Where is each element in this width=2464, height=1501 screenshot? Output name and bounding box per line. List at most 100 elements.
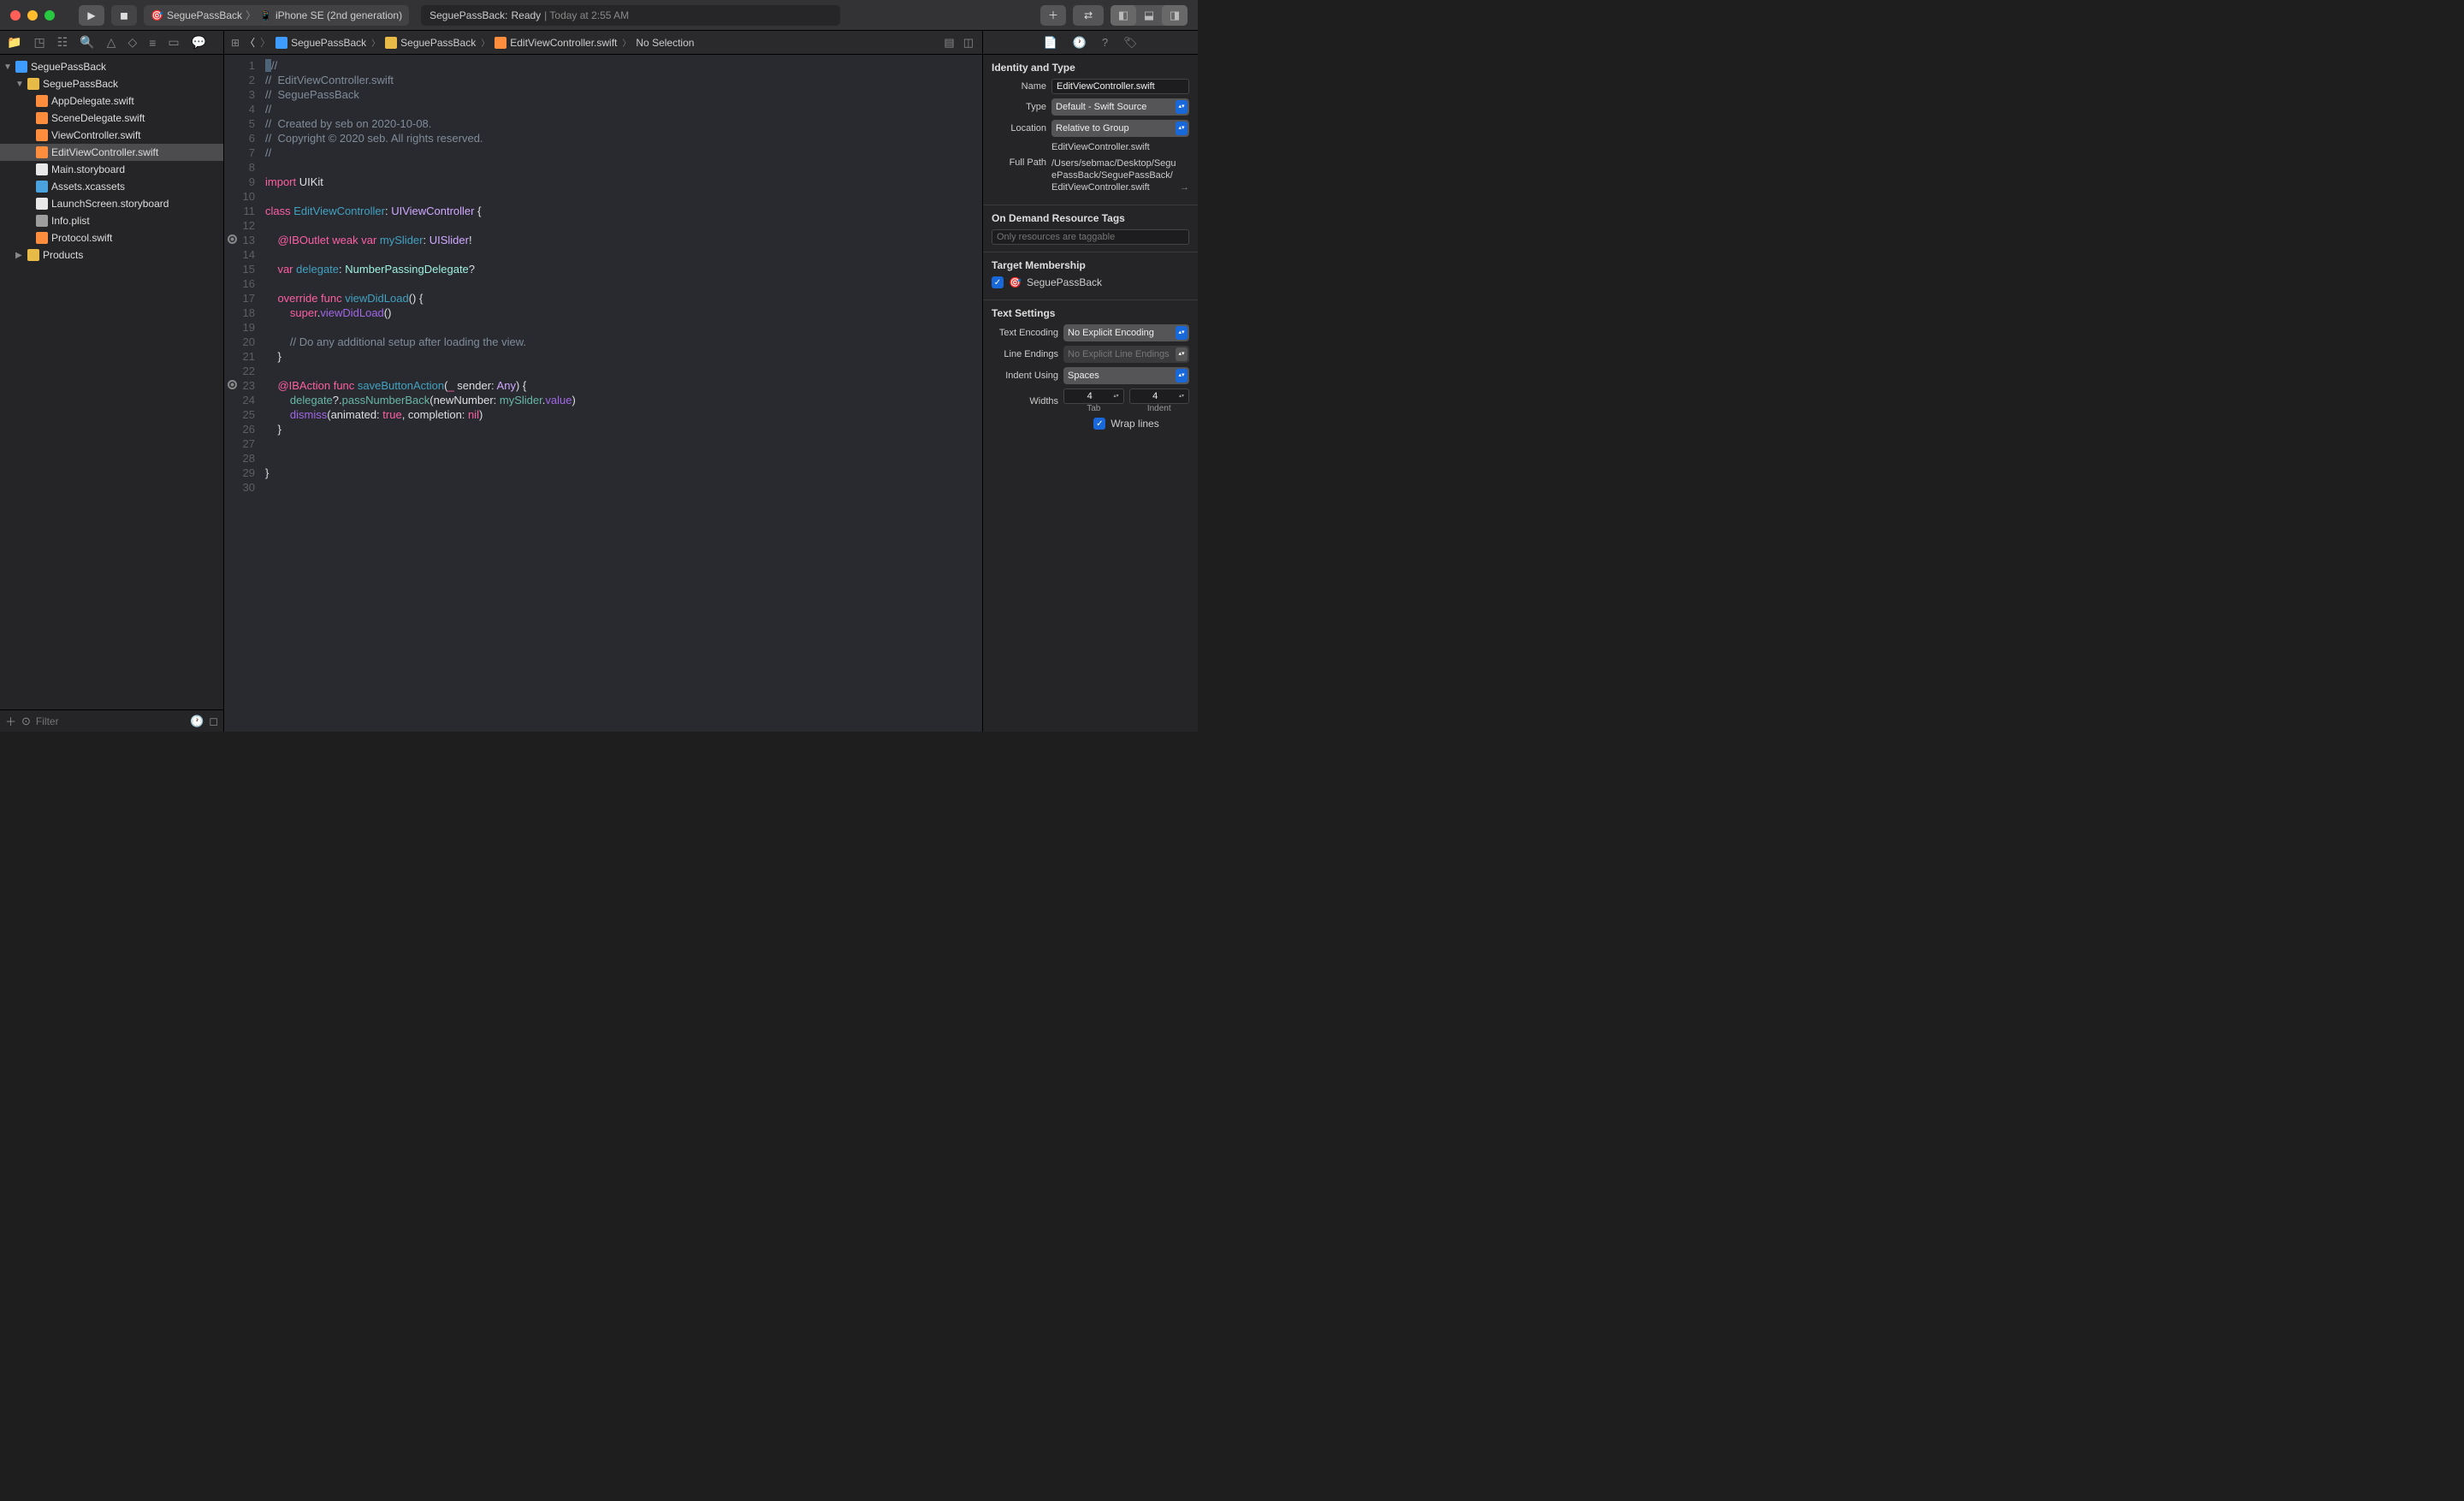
tree-file-row[interactable]: SceneDelegate.swift: [0, 110, 223, 127]
source-editor[interactable]: 1234567891011121314151617181920212223242…: [224, 55, 982, 732]
wraplines-checkbox[interactable]: ✓: [1093, 418, 1105, 430]
jumpbar-file[interactable]: EditViewController.swift: [495, 37, 617, 49]
code-area[interactable]: //// EditViewController.swift// SeguePas…: [262, 55, 982, 732]
target-checkbox[interactable]: ✓: [992, 276, 1004, 288]
issue-navigator-icon[interactable]: △: [107, 35, 116, 50]
navigator-selector: 📁 ◳ ☷ 🔍 △ ◇ ≡ ▭ 💬: [0, 31, 224, 54]
tree-project-row[interactable]: ▼ SeguePassBack: [0, 58, 223, 75]
tree-file-row[interactable]: EditViewController.swift: [0, 144, 223, 161]
back-button-icon[interactable]: 〈: [245, 35, 255, 50]
device-icon: 📱: [259, 9, 272, 21]
type-select[interactable]: Default - Swift Source▴▾: [1051, 98, 1189, 116]
swift-file-icon: [36, 95, 48, 107]
connection-indicator-icon[interactable]: [228, 234, 237, 244]
attributes-inspector-icon[interactable]: 🏷: [1123, 36, 1138, 50]
related-items-icon[interactable]: ⊞: [231, 37, 240, 49]
add-button[interactable]: ＋: [1040, 5, 1066, 26]
disclosure-icon[interactable]: ▶: [15, 251, 24, 260]
chevron-icon: 〉: [246, 8, 256, 22]
odr-section: On Demand Resource Tags: [983, 205, 1198, 252]
file-tree[interactable]: ▼ SeguePassBack ▼ SeguePassBack AppDeleg…: [0, 55, 223, 709]
file-inspector-icon[interactable]: 📄: [1043, 36, 1057, 50]
tree-file-row[interactable]: Info.plist: [0, 212, 223, 229]
code-review-button[interactable]: ⇄: [1073, 5, 1104, 26]
swift-file-icon: [36, 146, 48, 158]
disclosure-icon[interactable]: ▼: [15, 80, 24, 89]
adjust-editor-icon[interactable]: ◫: [963, 36, 974, 50]
indent-width-stepper[interactable]: 4▴▾: [1129, 389, 1190, 404]
find-navigator-icon[interactable]: 🔍: [80, 35, 94, 50]
project-navigator-icon[interactable]: 📁: [7, 35, 21, 50]
tab-width-stepper[interactable]: 4▴▾: [1063, 389, 1124, 404]
test-navigator-icon[interactable]: ◇: [127, 35, 137, 50]
location-file: EditViewController.swift: [1051, 141, 1189, 153]
swift-file-icon: [36, 232, 48, 244]
identity-header: Identity and Type: [992, 62, 1189, 74]
jumpbar-group[interactable]: SeguePassBack: [385, 37, 476, 49]
project-icon: [15, 61, 27, 73]
recent-filter-icon[interactable]: 🕐: [190, 715, 204, 728]
app-icon: 🎯: [1009, 276, 1022, 288]
file-name: Protocol.swift: [51, 232, 112, 244]
stop-button[interactable]: ◼: [111, 5, 137, 26]
lineendings-select[interactable]: No Explicit Line Endings▴▾: [1063, 346, 1189, 363]
project-navigator: ▼ SeguePassBack ▼ SeguePassBack AppDeleg…: [0, 55, 224, 732]
lineendings-label: Line Endings: [992, 349, 1058, 359]
add-file-icon[interactable]: ＋: [5, 713, 16, 729]
file-name: ViewController.swift: [51, 129, 140, 141]
tabbar: 📁 ◳ ☷ 🔍 △ ◇ ≡ ▭ 💬 ⊞ 〈 〉 SeguePassBack 〉 …: [0, 31, 1198, 55]
debug-navigator-icon[interactable]: ≡: [149, 36, 156, 50]
file-name: LaunchScreen.storyboard: [51, 198, 169, 210]
gutter[interactable]: 1234567891011121314151617181920212223242…: [224, 55, 262, 732]
source-control-navigator-icon[interactable]: ◳: [33, 35, 44, 50]
tree-file-row[interactable]: AppDelegate.swift: [0, 92, 223, 110]
jumpbar-project[interactable]: SeguePassBack: [275, 37, 366, 49]
minimap-toggle-icon[interactable]: ▤: [944, 36, 954, 50]
toggle-debug-button[interactable]: ⬓: [1136, 5, 1162, 26]
widths-label: Widths: [992, 396, 1058, 406]
location-select[interactable]: Relative to Group▴▾: [1051, 120, 1189, 137]
tree-products-row[interactable]: ▶ Products: [0, 246, 223, 264]
reveal-arrow-icon[interactable]: →: [1180, 181, 1189, 193]
plist-file-icon: [36, 215, 48, 227]
encoding-label: Text Encoding: [992, 328, 1058, 338]
jumpbar-noselection[interactable]: No Selection: [636, 37, 694, 49]
file-name: Assets.xcassets: [51, 181, 125, 193]
disclosure-icon[interactable]: ▼: [3, 62, 12, 72]
editor-options: ▤ ◫: [935, 31, 982, 54]
filter-input[interactable]: [36, 715, 185, 727]
tree-file-row[interactable]: Assets.xcassets: [0, 178, 223, 195]
tree-file-row[interactable]: ViewController.swift: [0, 127, 223, 144]
fullpath-value: /Users/sebmac/Desktop/SeguePassBack/Segu…: [1051, 157, 1189, 193]
connection-indicator-icon[interactable]: [228, 380, 237, 389]
symbol-navigator-icon[interactable]: ☷: [57, 35, 68, 50]
minimize-button[interactable]: [27, 10, 38, 21]
target-membership-section: Target Membership ✓ 🎯 SeguePassBack: [983, 252, 1198, 300]
history-inspector-icon[interactable]: 🕐: [1073, 36, 1087, 50]
file-name: SceneDelegate.swift: [51, 112, 145, 124]
odr-field: [992, 229, 1189, 245]
run-button[interactable]: ▶: [79, 5, 104, 26]
report-navigator-icon[interactable]: 💬: [192, 35, 206, 50]
identity-section: Identity and Type Name Type Default - Sw…: [983, 55, 1198, 205]
tree-file-row[interactable]: Main.storyboard: [0, 161, 223, 178]
encoding-select[interactable]: No Explicit Encoding▴▾: [1063, 324, 1189, 341]
inspector-selector: 📄 🕐 ? 🏷: [982, 31, 1198, 54]
indentusing-select[interactable]: Spaces▴▾: [1063, 367, 1189, 384]
forward-button-icon[interactable]: 〉: [260, 35, 270, 50]
close-button[interactable]: [10, 10, 21, 21]
breakpoint-navigator-icon[interactable]: ▭: [168, 35, 179, 50]
tree-file-row[interactable]: Protocol.swift: [0, 229, 223, 246]
jump-bar[interactable]: ⊞ 〈 〉 SeguePassBack 〉 SeguePassBack 〉 Ed…: [224, 31, 935, 54]
swift-file-icon: [495, 37, 506, 49]
scm-filter-icon[interactable]: ◻: [209, 715, 218, 728]
tree-group-row[interactable]: ▼ SeguePassBack: [0, 75, 223, 92]
tree-file-row[interactable]: LaunchScreen.storyboard: [0, 195, 223, 212]
zoom-button[interactable]: [44, 10, 55, 21]
quick-help-icon[interactable]: ?: [1102, 36, 1108, 49]
name-field[interactable]: [1051, 79, 1189, 94]
toggle-navigator-button[interactable]: ◧: [1111, 5, 1136, 26]
scheme-selector[interactable]: 🎯 SeguePassBack 〉 📱 iPhone SE (2nd gener…: [144, 5, 409, 26]
toggle-inspector-button[interactable]: ◨: [1162, 5, 1188, 26]
project-icon: [275, 37, 287, 49]
